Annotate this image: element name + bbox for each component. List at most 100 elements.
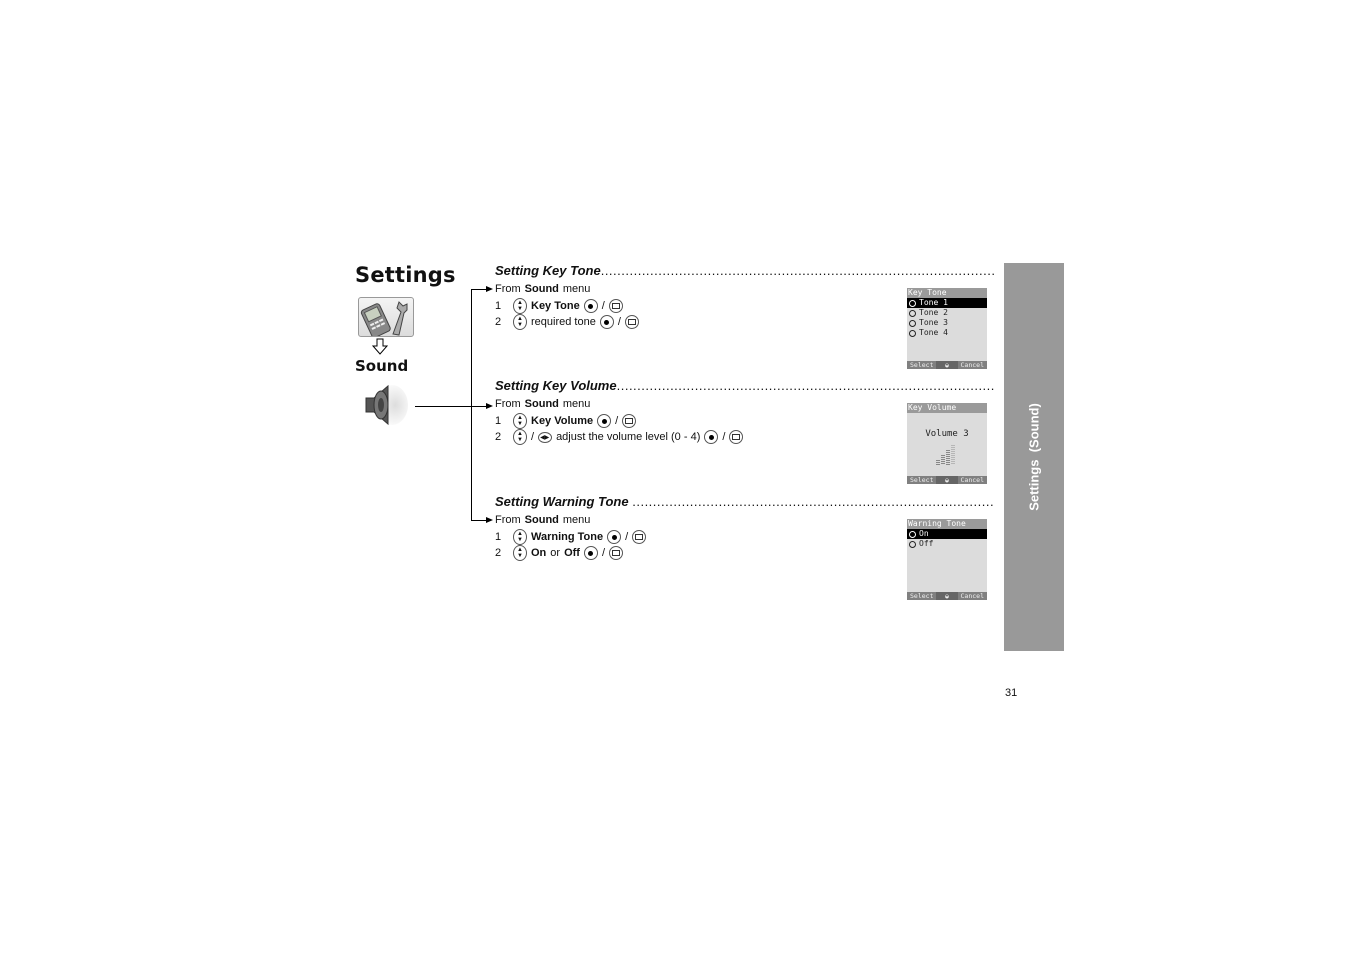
option-label: Off xyxy=(919,539,934,548)
step-2: 2 ▲ ▼ On or Off / xyxy=(495,545,624,561)
ok-key-icon xyxy=(583,299,598,313)
softkey-left: Select xyxy=(907,592,937,600)
from-prefix: From xyxy=(495,514,521,526)
step-option-off: Off xyxy=(564,547,580,559)
option-label: On xyxy=(919,529,929,538)
ok-key-icon xyxy=(704,430,719,444)
option-label: Tone 1 xyxy=(919,298,948,307)
ok-key-icon xyxy=(599,315,614,329)
softkey-left: Select xyxy=(907,361,937,369)
phone-wrench-icon xyxy=(358,297,414,338)
nav-up-down-icon: ▲ ▼ xyxy=(513,529,527,545)
volume-bar xyxy=(941,455,945,465)
connector-horizontal xyxy=(415,406,488,407)
screen-option: Tone 3 xyxy=(907,318,987,328)
step-option-on: On xyxy=(531,547,547,559)
phone-screen-key-tone: Key Tone Tone 1 Tone 2 Tone 3 Tone 4 Sel… xyxy=(907,288,987,369)
soft-key-icon xyxy=(632,530,647,544)
ok-key-icon xyxy=(583,546,598,560)
menu-name: Sound xyxy=(524,283,559,295)
from-line: From Sound menu xyxy=(495,514,590,526)
screen-title: Key Tone xyxy=(907,288,987,298)
step-text: or xyxy=(550,547,561,559)
screen-title: Key Volume xyxy=(907,403,987,413)
nav-up-down-icon: ▲ ▼ xyxy=(513,545,527,561)
step-number: 2 xyxy=(495,316,502,328)
screen-softkeys: Select ◒ Cancel xyxy=(907,476,987,484)
option-label: Tone 3 xyxy=(919,318,948,327)
leader-dots: ........................................… xyxy=(616,378,995,393)
soft-key-icon xyxy=(729,430,744,444)
step-number: 1 xyxy=(495,531,502,543)
from-line: From Sound menu xyxy=(495,398,590,410)
side-tab-label: Settings (Sound) xyxy=(1026,403,1042,511)
nav-center-icon: ◒ xyxy=(942,476,952,484)
from-prefix: From xyxy=(495,398,521,410)
softkey-right: Cancel xyxy=(957,592,987,600)
screen-option: Tone 2 xyxy=(907,308,987,318)
softkey-right: Cancel xyxy=(957,361,987,369)
menu-name: Sound xyxy=(524,398,559,410)
ok-key-icon xyxy=(597,414,612,428)
screen-title: Warning Tone xyxy=(907,519,987,529)
menu-name: Sound xyxy=(524,514,559,526)
volume-bar xyxy=(946,450,950,465)
screen-softkeys: Select ◒ Cancel xyxy=(907,592,987,600)
option-label: Tone 4 xyxy=(919,328,948,337)
leader-dots: ........................................… xyxy=(632,494,995,509)
nav-up-down-icon: ▲ ▼ xyxy=(513,429,527,445)
soft-key-icon xyxy=(609,546,624,560)
nav-up-down-icon: ▲ ▼ xyxy=(513,314,527,330)
screen-option-selected: Tone 1 xyxy=(907,298,987,308)
ok-key-icon xyxy=(607,530,622,544)
separator: / xyxy=(722,431,726,443)
section-title-text: Setting Key Volume xyxy=(495,378,617,393)
step-2: 2 ▲ ▼ required tone / xyxy=(495,314,639,330)
nav-up-down-icon: ▲ ▼ xyxy=(513,298,527,314)
screen-softkeys: Select ◒ Cancel xyxy=(907,361,987,369)
volume-bar xyxy=(951,445,955,465)
nav-center-icon: ◒ xyxy=(942,361,952,369)
step-target: Key Tone xyxy=(531,300,580,312)
separator: / xyxy=(601,547,606,559)
step-2: 2 ▲ ▼ / ◀▶ adjust the volume level (0 - 4… xyxy=(495,429,744,445)
soft-key-icon xyxy=(624,315,639,329)
nav-left-right-icon: ◀▶ xyxy=(538,431,553,443)
nav-up-down-icon: ▲ ▼ xyxy=(513,413,527,429)
step-target: Warning Tone xyxy=(531,531,604,543)
chapter-side-tab: Settings (Sound) xyxy=(1004,263,1064,651)
volume-bar xyxy=(936,460,940,465)
from-suffix: menu xyxy=(562,283,591,295)
section-title-text: Setting Warning Tone xyxy=(495,494,629,509)
section-title-key-volume: Setting Key Volume......................… xyxy=(495,378,995,393)
volume-bars xyxy=(936,445,955,465)
arrow-icon xyxy=(486,403,493,409)
step-number: 2 xyxy=(495,431,502,443)
nav-center-icon: ◒ xyxy=(942,592,952,600)
separator: / xyxy=(625,531,629,543)
chapter-title: Settings xyxy=(355,263,456,287)
from-prefix: From xyxy=(495,283,521,295)
page-number: 31 xyxy=(1005,687,1018,699)
volume-label: Volume 3 xyxy=(925,429,969,439)
section-title-key-tone: Setting Key Tone........................… xyxy=(495,263,995,278)
separator: / xyxy=(601,300,605,312)
screen-option: Tone 4 xyxy=(907,328,987,338)
from-suffix: menu xyxy=(562,514,591,526)
arrow-icon xyxy=(486,517,493,523)
phone-screen-warning-tone: Warning Tone On Off Select ◒ Cancel xyxy=(907,519,987,600)
step-1: 1 ▲ ▼ Warning Tone / xyxy=(495,529,647,545)
separator: / xyxy=(615,415,619,427)
screen-option-selected: On xyxy=(907,529,987,539)
connector-vertical xyxy=(471,289,472,521)
speaker-icon xyxy=(362,383,410,432)
screen-option: Off xyxy=(907,539,987,549)
soft-key-icon xyxy=(622,414,637,428)
softkey-right: Cancel xyxy=(957,476,987,484)
soft-key-icon xyxy=(608,299,623,313)
phone-screen-key-volume: Key Volume Volume 3 Select ◒ Cancel xyxy=(907,403,987,484)
step-number: 1 xyxy=(495,300,502,312)
section-title-text: Setting Key Tone xyxy=(495,263,601,278)
from-suffix: menu xyxy=(562,398,591,410)
section-title-warning-tone: Setting Warning Tone ...................… xyxy=(495,494,995,509)
